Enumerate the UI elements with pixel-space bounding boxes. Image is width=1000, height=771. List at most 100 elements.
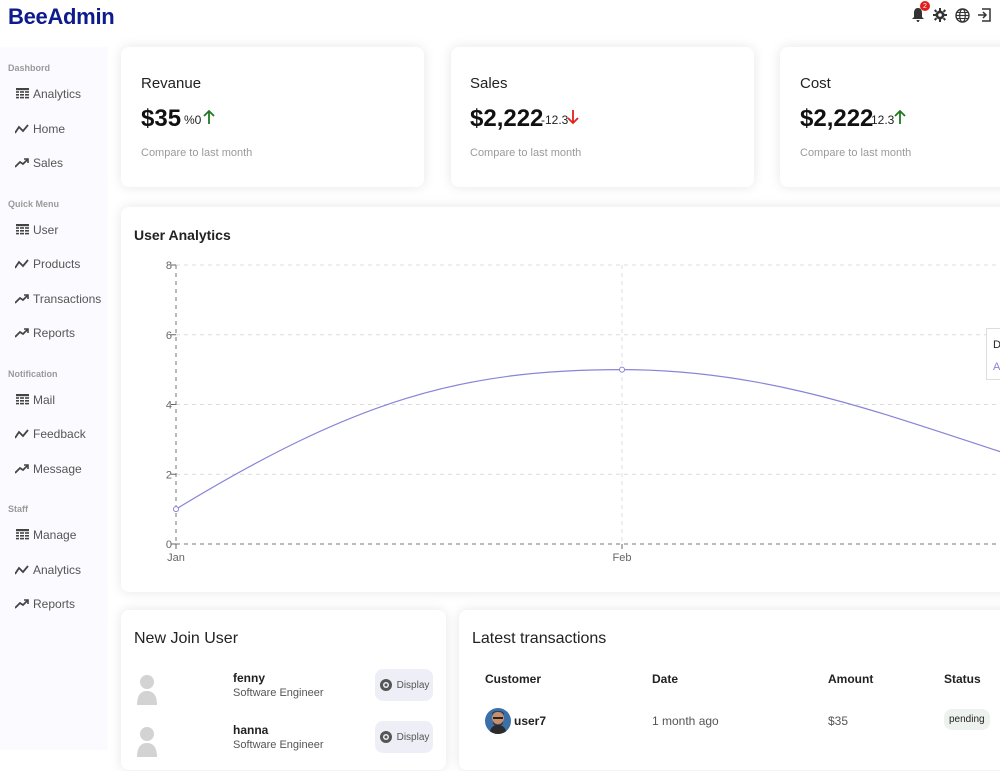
transaction-date: 1 month ago [652, 714, 719, 728]
user-job-title: Software Engineer [233, 687, 324, 699]
featured-title: Cost [800, 75, 831, 92]
sidebar-item-label: Analytics [33, 562, 82, 577]
display-user-button[interactable]: Display [375, 721, 433, 753]
status-badge: pending [944, 709, 990, 730]
featured-subtitle: Compare to last month [141, 147, 253, 159]
arrow-up-icon [894, 109, 906, 130]
sidebar-item-transactions[interactable]: Transactions [0, 282, 108, 317]
column-header-amount: Amount [828, 672, 874, 686]
app-logo[interactable]: BeeAdmin [8, 4, 115, 30]
featured-card-revenue: Revanue $35 %0 Compare to last month [121, 47, 424, 187]
avatar-placeholder-icon [135, 725, 159, 757]
sidebar-item-mail[interactable]: Mail [0, 383, 108, 418]
sidebar-item-label: Home [33, 121, 66, 136]
y-tick-label: 6 [166, 330, 172, 342]
sidebar-item-label: Feedback [33, 427, 86, 442]
column-header-date: Date [652, 672, 679, 686]
trending-up-icon [15, 292, 29, 306]
line-chart-icon [15, 257, 29, 271]
table-icon [15, 223, 29, 237]
display-button-label: Display [396, 679, 430, 691]
featured-rate: -12.3 [541, 113, 569, 127]
settings-gear-icon[interactable] [932, 6, 948, 24]
sidebar: Dashbord Analytics Home Sales Quick Menu User… [0, 47, 108, 750]
trending-up-icon [15, 462, 29, 476]
sidebar-item-user[interactable]: User [0, 213, 108, 248]
featured-card-cost: Cost $2,222 12.3 Compare to last month [780, 47, 1000, 187]
arrow-down-icon [567, 109, 579, 130]
series-line [175, 369, 1000, 510]
eye-icon [379, 679, 392, 691]
featured-money: $2,222 [470, 105, 544, 132]
sidebar-item-label: Manage [33, 528, 77, 543]
sidebar-item-message[interactable]: Message [0, 452, 108, 487]
sidebar-item-manage[interactable]: Manage [0, 518, 108, 553]
trending-up-icon [15, 597, 29, 611]
latest-transactions-card: Latest transactions Customer Date Amount… [459, 610, 1000, 770]
featured-money: $2,222 [800, 105, 874, 132]
sidebar-item-label: Sales [33, 156, 64, 171]
display-user-button[interactable]: Display [375, 669, 433, 701]
arrow-up-icon [203, 109, 215, 130]
sidebar-item-analytics[interactable]: Analytics [0, 553, 108, 588]
chart-tooltip: D A [986, 328, 1000, 380]
sidebar-item-label: Analytics [33, 87, 82, 102]
notification-badge: 2 [920, 1, 930, 11]
sidebar-item-products[interactable]: Products [0, 247, 108, 282]
line-chart-icon [15, 427, 29, 441]
sidebar-item-sales[interactable]: Sales [0, 146, 108, 181]
avatar-placeholder-icon [135, 673, 159, 705]
table-icon [15, 87, 29, 101]
sidebar-item-reports[interactable]: Reports [0, 316, 108, 351]
sidebar-item-label: Products [33, 257, 81, 272]
data-point [173, 506, 179, 513]
featured-card-sales: Sales $2,222 -12.3 Compare to last month [451, 47, 754, 187]
y-tick-label: 8 [166, 260, 172, 272]
top-icons: 2 [910, 1, 992, 24]
notifications-icon[interactable]: 2 [910, 1, 930, 24]
user-name: fenny [233, 671, 266, 685]
tooltip-label: D [993, 339, 1000, 351]
language-globe-icon[interactable] [954, 6, 970, 24]
transactions-title: Latest transactions [472, 630, 607, 647]
column-header-status: Status [944, 672, 981, 686]
featured-subtitle: Compare to last month [470, 147, 582, 159]
table-icon [15, 528, 29, 542]
list-item: fenny Software Engineer Display [121, 669, 447, 719]
sidebar-item-label: Reports [33, 326, 76, 341]
line-chart-icon [15, 563, 29, 577]
featured-subtitle: Compare to last month [800, 147, 912, 159]
sidebar-item-feedback[interactable]: Feedback [0, 417, 108, 452]
trending-up-icon [15, 326, 29, 340]
topbar: BeeAdmin 2 [0, 0, 1000, 36]
trending-up-icon [15, 156, 29, 170]
avatar [485, 704, 511, 738]
y-tick-label: 0 [166, 539, 172, 551]
logout-icon[interactable] [976, 6, 992, 24]
display-button-label: Display [396, 731, 430, 743]
sidebar-section-title: Quick Menu [8, 198, 60, 209]
sidebar-item-label: Mail [33, 392, 56, 407]
sidebar-item-label: Transactions [33, 291, 102, 306]
featured-title: Sales [470, 75, 508, 92]
sidebar-item-reports[interactable]: Reports [0, 587, 108, 622]
sidebar-item-label: Reports [33, 597, 76, 612]
transaction-amount: $35 [828, 714, 849, 728]
data-point [619, 366, 625, 373]
user-name: hanna [233, 723, 269, 737]
featured-rate: 12.3 [871, 113, 895, 127]
sidebar-item-home[interactable]: Home [0, 112, 108, 147]
x-tick-label: Jan [167, 552, 185, 564]
y-tick-label: 2 [166, 469, 172, 481]
table-icon [15, 393, 29, 407]
sidebar-item-label: Message [33, 461, 82, 476]
new-join-user-card: New Join User fenny Software Engineer Di… [121, 610, 446, 770]
tooltip-value: A [993, 361, 1000, 373]
sidebar-section-title: Notification [8, 368, 58, 379]
list-item: hanna Software Engineer Display [121, 721, 447, 771]
sidebar-item-label: User [33, 222, 59, 237]
column-header-customer: Customer [485, 672, 542, 686]
user-analytics-chart: 0 2 4 6 8 Jan Feb [166, 260, 1000, 564]
sidebar-section-title: Staff [8, 504, 28, 514]
sidebar-item-analytics[interactable]: Analytics [0, 77, 108, 112]
